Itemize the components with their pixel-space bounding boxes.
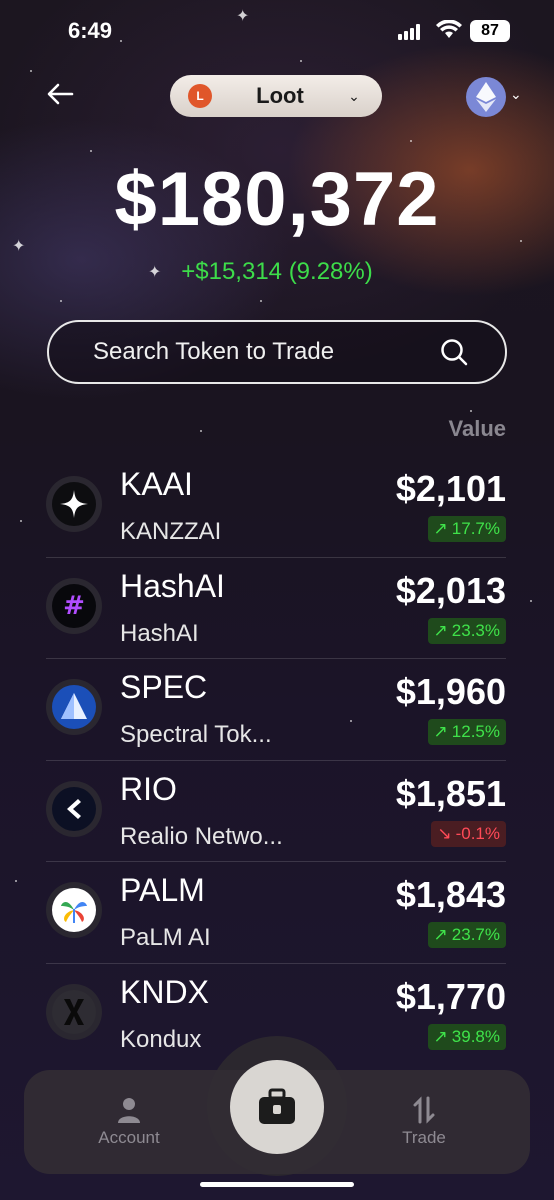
token-name: Kondux — [120, 1025, 202, 1053]
arrow-up-right-icon: ↗ — [433, 722, 448, 741]
portfolio-balance: $180,372 — [114, 157, 440, 242]
battery-indicator: 87 — [470, 20, 510, 42]
portfolio-change: +$15,314 (9.28%) — [181, 258, 373, 285]
search-placeholder: Search Token to Trade — [93, 338, 335, 365]
value-column-header: Value — [448, 416, 506, 441]
home-indicator — [200, 1182, 354, 1187]
kndx-token-icon — [46, 983, 102, 1040]
spec-token-icon — [46, 679, 102, 735]
token-symbol: RIO — [120, 770, 177, 807]
token-value: $2,101 — [395, 468, 506, 509]
token-name: Realio Netwo... — [120, 822, 283, 850]
token-row-spec[interactable]: SPEC Spectral Tok... $1,960 ↗ 12.5% — [46, 659, 506, 761]
network-chevron-down-icon[interactable]: ⌄ — [510, 86, 522, 103]
token-value: $1,960 — [395, 671, 506, 712]
token-change-badge: ↗ 17.7% — [427, 516, 506, 542]
token-symbol: HashAI — [120, 567, 225, 604]
wallet-avatar: L — [188, 84, 212, 108]
nav-trade[interactable]: Trade — [364, 1096, 484, 1148]
arrow-up-right-icon: ↗ — [433, 519, 448, 538]
token-row-palm[interactable]: PALM PaLM AI $1,843 ↗ 23.7% — [46, 862, 506, 964]
token-value: $2,013 — [395, 569, 506, 611]
arrow-up-right-icon: ↗ — [433, 925, 448, 944]
token-value: $1,843 — [395, 874, 506, 915]
cellular-signal-icon — [398, 24, 420, 40]
token-change-badge: ↗ 39.8% — [427, 1023, 506, 1050]
arrow-up-right-icon: ↗ — [433, 1026, 448, 1046]
token-symbol: SPEC — [120, 669, 208, 705]
token-value: $1,770 — [395, 975, 506, 1017]
nav-trade-label: Trade — [402, 1128, 446, 1147]
wifi-icon — [436, 20, 462, 38]
portfolio-wallet-button[interactable] — [230, 1060, 324, 1154]
token-symbol: PALM — [120, 872, 205, 908]
token-symbol: KAAI — [120, 466, 193, 502]
nav-account[interactable]: Account — [69, 1096, 189, 1148]
token-change-badge: ↘ -0.1% — [431, 820, 506, 847]
status-time: 6:49 — [68, 18, 113, 43]
hashai-token-icon: # — [46, 577, 102, 634]
wallet-selector[interactable]: L Loot ⌄ — [170, 75, 382, 117]
token-row-rio[interactable]: RIO Realio Netwo... $1,851 ↘ -0.1% — [46, 761, 506, 862]
token-change-badge: ↗ 23.7% — [427, 922, 506, 948]
ethereum-icon[interactable] — [466, 77, 506, 117]
status-bar: 6:49 87 — [0, 0, 554, 62]
wallet-name: Loot — [256, 83, 304, 108]
token-list: KAAI KANZZAI $2,101 ↗ 17.7% # HashAI Hash… — [46, 456, 506, 1065]
search-icon — [441, 339, 468, 366]
search-token-input[interactable]: Search Token to Trade — [47, 320, 507, 384]
person-icon — [118, 1098, 140, 1123]
rio-token-icon — [46, 780, 102, 837]
token-name: PaLM AI — [120, 924, 211, 951]
chevron-down-icon: ⌄ — [348, 87, 360, 104]
token-name: KANZZAI — [120, 518, 222, 545]
token-change-badge: ↗ 12.5% — [427, 719, 506, 745]
palm-token-icon — [46, 882, 102, 938]
token-row-hashai[interactable]: # HashAI HashAI $2,013 ↗ 23.3% — [46, 558, 506, 659]
back-arrow-icon[interactable] — [44, 78, 76, 110]
token-change-badge: ↗ 23.3% — [427, 617, 506, 644]
arrow-down-right-icon: ↘ — [437, 823, 452, 843]
token-name: Spectral Tok... — [120, 721, 272, 748]
kaai-token-icon — [46, 476, 102, 532]
token-name: HashAI — [120, 619, 199, 647]
nav-account-label: Account — [98, 1128, 160, 1147]
trade-arrows-icon — [413, 1096, 435, 1124]
token-symbol: KNDX — [120, 973, 209, 1010]
token-value: $1,851 — [395, 772, 506, 814]
arrow-up-right-icon: ↗ — [433, 620, 448, 640]
briefcase-icon — [259, 1088, 295, 1124]
token-row-kaai[interactable]: KAAI KANZZAI $2,101 ↗ 17.7% — [46, 456, 506, 558]
